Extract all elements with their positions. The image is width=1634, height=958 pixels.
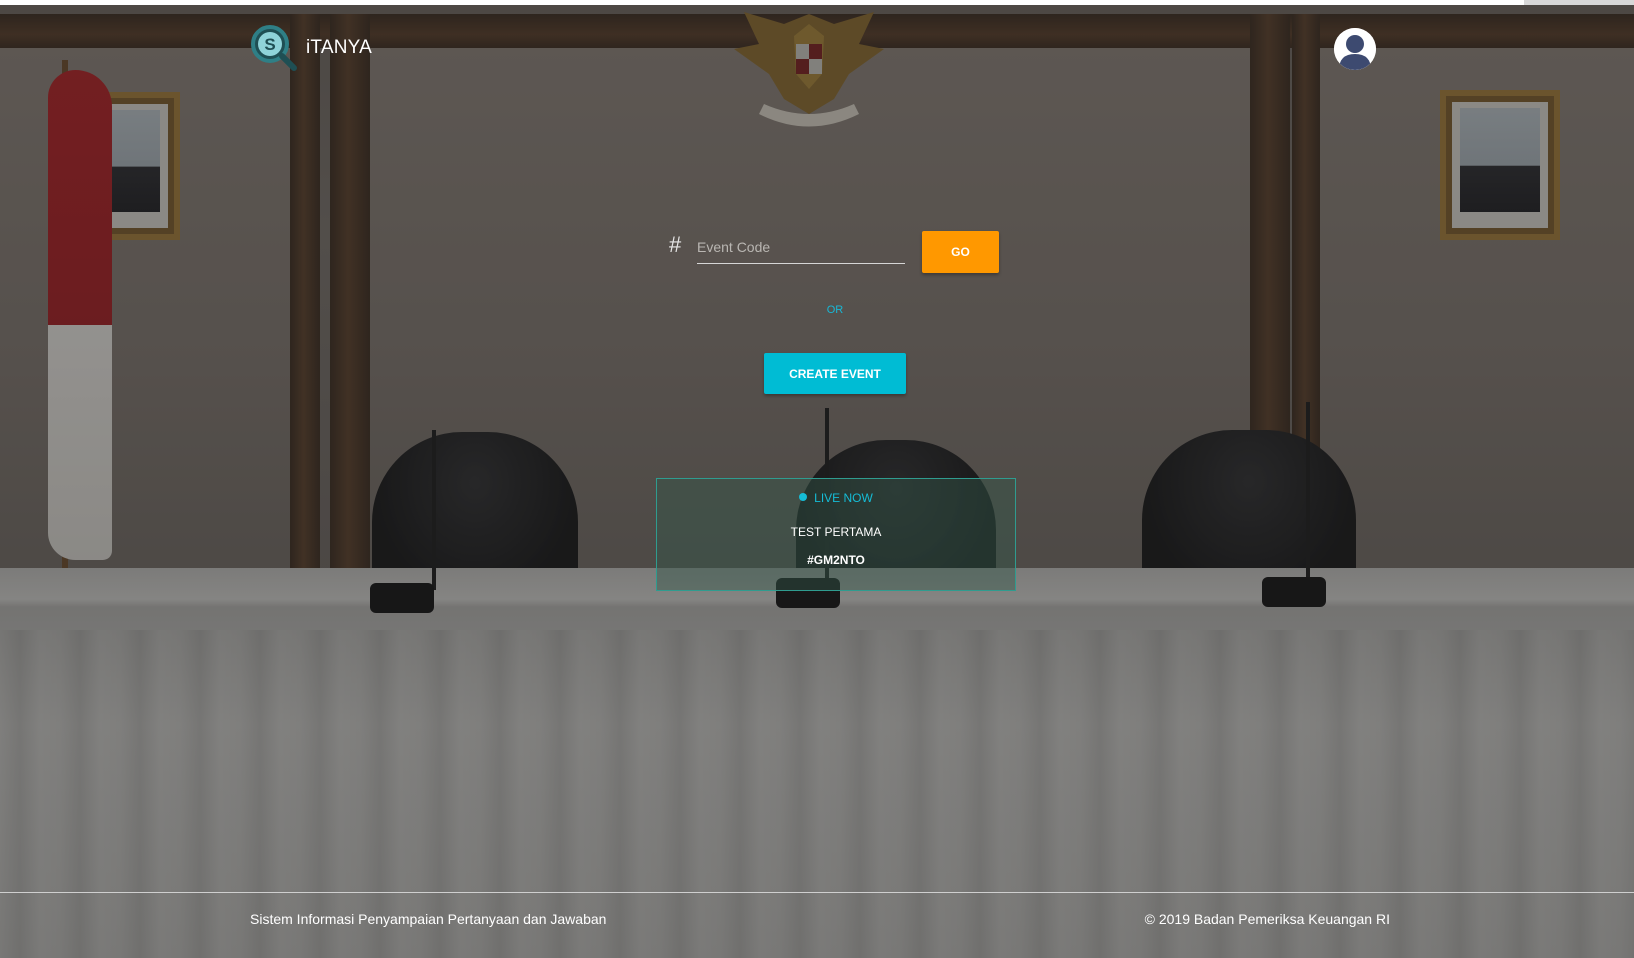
brand-name: iTANYA (306, 37, 372, 58)
brand[interactable]: S iTANYA (250, 24, 372, 72)
live-status-label: LIVE NOW (814, 491, 873, 505)
event-code: #GM2NTO (807, 553, 865, 567)
create-event-button[interactable]: CREATE EVENT (764, 353, 906, 394)
event-code-row: # (669, 230, 905, 264)
user-avatar-icon (1334, 28, 1376, 70)
footer-copyright: © 2019 Badan Pemeriksa Keuangan RI (1144, 911, 1390, 927)
event-title: TEST PERTAMA (790, 525, 882, 539)
footer-divider (0, 892, 1634, 893)
logo-letter: S (264, 35, 275, 54)
user-avatar[interactable] (1334, 28, 1376, 70)
live-dot-icon (799, 493, 808, 501)
search-logo-icon: S (251, 25, 297, 71)
footer-tagline: Sistem Informasi Penyampaian Pertanyaan … (250, 911, 607, 927)
page: S iTANYA # GO OR CREATE EVENT LIVE NOW T… (0, 0, 1634, 958)
top-progress-line (0, 0, 1634, 5)
go-button[interactable]: GO (922, 231, 999, 273)
or-separator: OR (826, 304, 844, 316)
hash-icon: # (669, 232, 682, 257)
event-code-input[interactable] (697, 230, 905, 264)
live-status: LIVE NOW (657, 491, 1015, 505)
live-event-card[interactable]: LIVE NOW TEST PERTAMA #GM2NTO (656, 478, 1016, 591)
